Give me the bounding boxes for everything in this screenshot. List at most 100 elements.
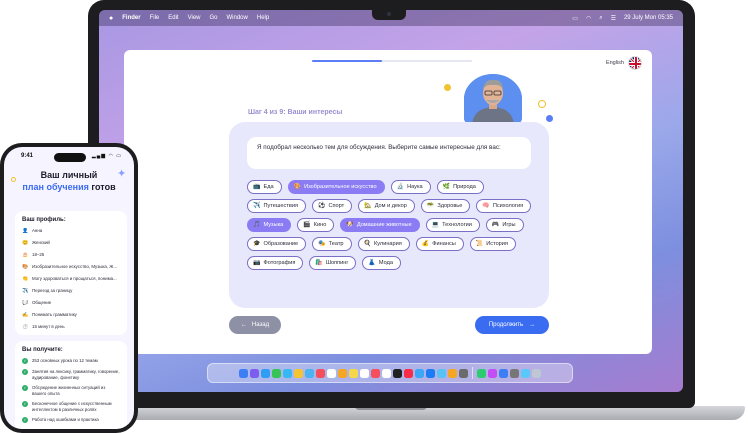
topic-label: Наука (407, 184, 423, 190)
profile-row: ✍️ Понимать грамматику (22, 312, 120, 324)
dock-app-icon[interactable] (393, 368, 402, 378)
topic-icon: 🧠 (482, 203, 490, 209)
topic-chip[interactable]: 💰 Финансы (415, 237, 464, 251)
profile-row: 👏 Могу здороваться и прощаться, понима... (22, 276, 120, 288)
topic-chip[interactable]: 👗 Мода (362, 256, 401, 270)
dock-app-icon[interactable] (459, 368, 468, 378)
search-icon[interactable]: ⌕ (599, 15, 602, 22)
dock-app-icon[interactable] (327, 368, 336, 378)
profile-title: Ваш профиль: (22, 217, 66, 223)
wifi-icon[interactable]: ◠ (586, 15, 591, 22)
topic-chip[interactable]: 💻 Технологии (425, 218, 480, 232)
plan-title: Ваш личный план обучения готов (4, 169, 134, 193)
profile-row: 🎂 18–25 (22, 252, 120, 264)
dock-app-icon[interactable] (261, 368, 270, 378)
topic-icon: 🎓 (253, 241, 261, 247)
back-label: Назад (251, 322, 270, 328)
dock-app-icon[interactable] (521, 368, 530, 378)
apple-icon[interactable]: ● (109, 15, 113, 22)
dock-app-icon[interactable] (477, 368, 486, 378)
topic-chip[interactable]: 🎵 Музыка (247, 218, 292, 232)
benefit-text: Бесконечное общение с искусственным инте… (32, 401, 112, 412)
back-button[interactable]: ← Назад (229, 316, 281, 334)
dock-app-icon[interactable] (338, 368, 347, 378)
language-switcher[interactable]: English (606, 56, 642, 70)
topic-chip[interactable]: 🎭 Театр (312, 237, 352, 251)
topic-chip[interactable]: 🎬 Кино (297, 218, 335, 232)
benefits-card: Вы получите: ✓ 253 основных урока по 12 т… (15, 341, 127, 429)
topic-chip[interactable]: 🎨 Изобразительное искусство (287, 180, 385, 194)
topic-chip[interactable]: 🔬 Наука (390, 180, 431, 194)
topic-chip[interactable]: 🧠 Психология (476, 199, 532, 213)
topic-chip[interactable]: ⚽ Спорт (312, 199, 353, 213)
dock-app-icon[interactable] (415, 368, 424, 378)
dock-app-icon[interactable] (294, 368, 303, 378)
benefit-row: ✓ Занятия на лексику, грамматику, говорен… (22, 369, 120, 380)
topic-chip[interactable]: 🎮 Игры (485, 218, 524, 232)
control-center-icon[interactable]: ☰ (611, 15, 616, 22)
profile-row: 🎨 Изобразительное искусство, Музыка, Ж... (22, 264, 120, 276)
dock-app-icon[interactable] (382, 368, 391, 378)
topic-chip[interactable]: 🛍️ Шоппинг (309, 256, 357, 270)
menu-datetime[interactable]: 29 July Mon 05:35 (624, 15, 673, 21)
topic-chip[interactable]: 🥗 Здоровье (420, 199, 471, 213)
dock-app-icon[interactable] (510, 368, 519, 378)
tutor-avatar (464, 74, 522, 124)
topic-chip[interactable]: 🏡 Дом и декор (358, 199, 415, 213)
dock-app-icon[interactable] (371, 368, 380, 378)
topic-chip[interactable]: 🍳 Кулинария (357, 237, 410, 251)
dock-app-icon[interactable] (349, 368, 358, 378)
dock-app-icon[interactable] (239, 368, 248, 378)
topic-label: Домашние животные (356, 222, 412, 228)
topic-chip[interactable]: 🌿 Природа (436, 180, 484, 194)
dock-app-icon[interactable] (272, 368, 281, 378)
menu-window[interactable]: Window (227, 15, 248, 21)
topic-chip[interactable]: 📜 История (469, 237, 516, 251)
menu-file[interactable]: File (150, 15, 160, 21)
dock-app-icon[interactable] (488, 368, 497, 378)
topic-chip[interactable]: 🐶 Домашние животные (340, 218, 420, 232)
continue-button[interactable]: Продолжить → (475, 316, 549, 334)
menu-view[interactable]: View (188, 15, 201, 21)
camera-icon (387, 12, 391, 16)
menu-app-name[interactable]: Finder (122, 15, 140, 21)
profile-icon: ⏱️ (22, 324, 29, 330)
topic-chip[interactable]: ✈️ Путешествия (247, 199, 306, 213)
menu-edit[interactable]: Edit (168, 15, 178, 21)
menu-go[interactable]: Go (210, 15, 218, 21)
dock-app-icon[interactable] (499, 368, 508, 378)
topic-label: Финансы (432, 241, 456, 247)
benefit-text: Обсуждение жизненных ситуаций из вашего … (32, 385, 106, 396)
dock-app-icon[interactable] (532, 368, 541, 378)
menu-help[interactable]: Help (257, 15, 269, 21)
topic-chip[interactable]: 🎓 Образование (247, 237, 307, 251)
profile-icon: 👏 (22, 276, 29, 282)
dock-app-icon[interactable] (250, 368, 259, 378)
topic-icon: 🎭 (318, 241, 326, 247)
step-title: Шаг 4 из 9: Ваши интересы (248, 109, 343, 116)
dock-app-icon[interactable] (360, 368, 369, 378)
topic-icon: 🎮 (491, 222, 500, 228)
dock-app-icon[interactable] (305, 368, 314, 378)
topic-label: Кулинария (374, 241, 402, 247)
plan-title-tail: готов (91, 182, 116, 192)
battery-icon[interactable]: ▭ (572, 15, 578, 22)
dock-app-icon[interactable] (426, 368, 435, 378)
topic-icon: 🛍️ (315, 260, 323, 266)
topic-label: Кино (313, 222, 327, 228)
benefit-text: Работа над ошибками и практика (32, 417, 99, 422)
profile-icon: 👤 (22, 228, 29, 234)
benefit-row: ✓ Бесконечное общение с искусственным инт… (22, 401, 120, 412)
topic-label: Технологии (442, 222, 472, 228)
topic-chip[interactable]: 📺 Еда (247, 180, 282, 194)
topic-chip[interactable]: 📷 Фотография (247, 256, 304, 270)
phone-screen: 9:41 ▂▄▆ ◠ ▭ ✦ Ваш личный план обучения … (4, 147, 134, 429)
dock-app-icon[interactable] (283, 368, 292, 378)
dock-app-icon[interactable] (404, 368, 413, 378)
dock-app-icon[interactable] (448, 368, 457, 378)
dock-app-icon[interactable] (316, 368, 325, 378)
dock (207, 363, 573, 383)
topic-label: Психология (492, 203, 524, 209)
decor-dot-yellow (444, 84, 451, 91)
dock-app-icon[interactable] (437, 368, 446, 378)
